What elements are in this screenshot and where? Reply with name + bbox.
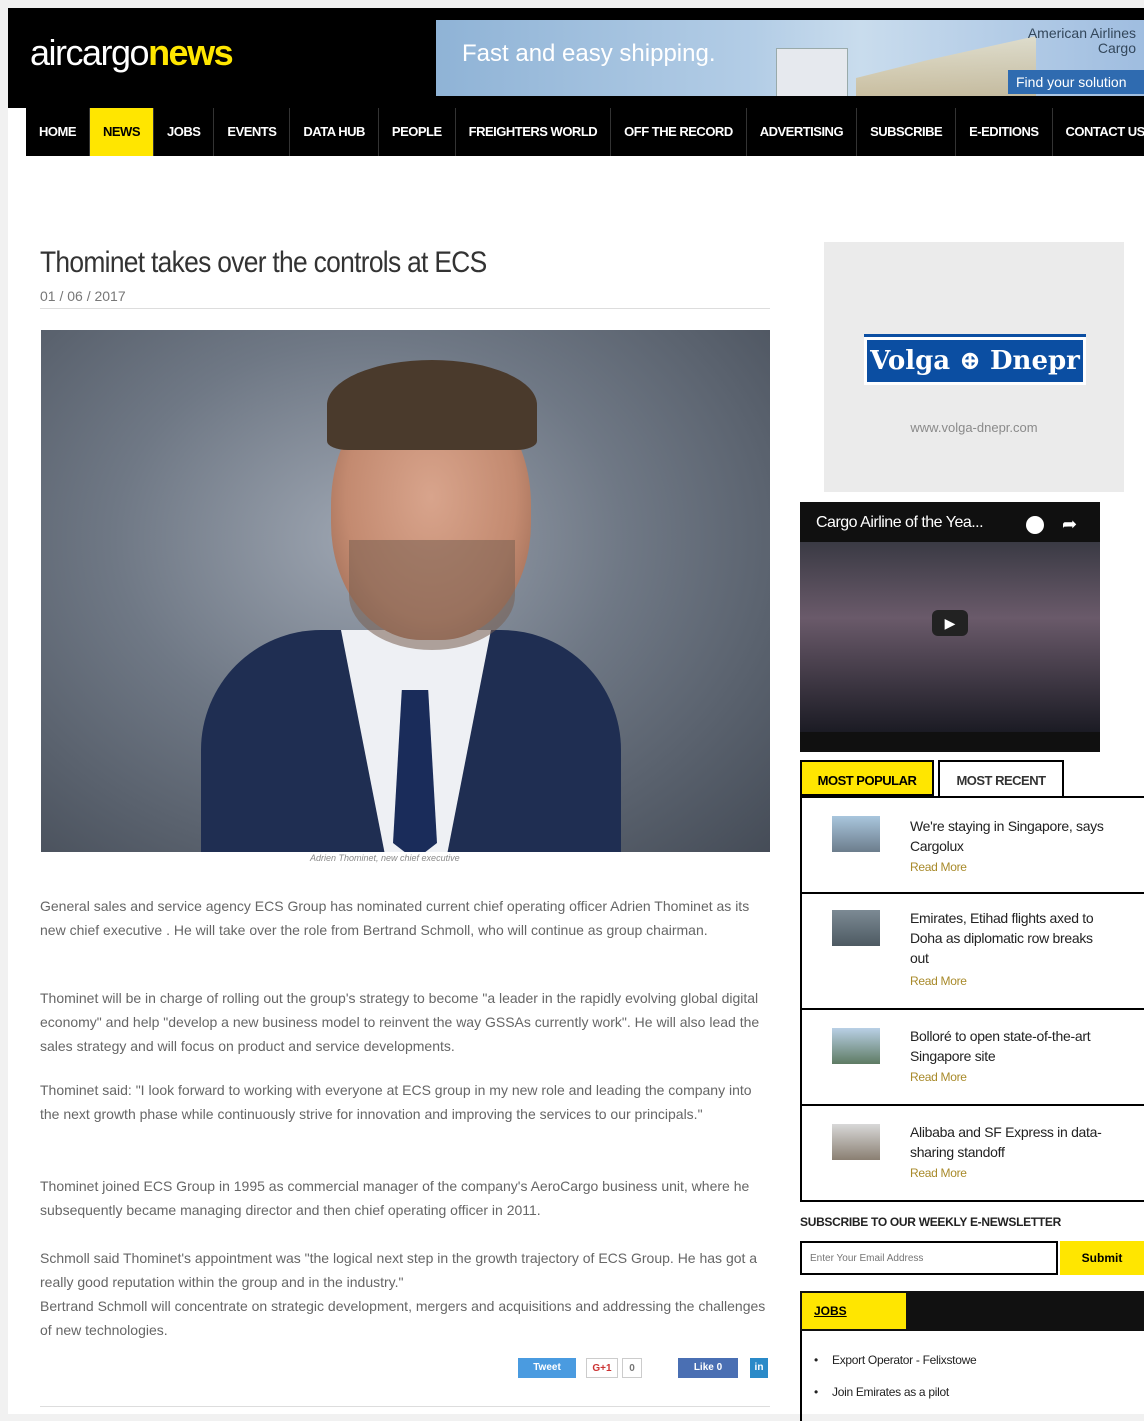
sidebar-ad-volga-dnepr[interactable]: Volga ⊕ Dnepr www.volga-dnepr.com <box>824 242 1124 492</box>
page: aircargonews Fast and easy shipping. Ame… <box>8 8 1144 1421</box>
video-thumbnail <box>800 542 1100 732</box>
volga-dnepr-logo: Volga ⊕ Dnepr <box>864 334 1086 385</box>
nav-subscribe[interactable]: SUBSCRIBE <box>857 108 957 156</box>
site-logo[interactable]: aircargonews <box>30 32 234 74</box>
list-item[interactable]: We're staying in Singapore, says Cargolu… <box>802 798 1144 894</box>
article-paragraph: Schmoll said Thominet's appointment was … <box>40 1250 758 1290</box>
banner-brand-name: American Airlines <box>1027 25 1136 41</box>
article-photo <box>41 330 770 852</box>
list-item-title[interactable]: We're staying in Singapore, says Cargolu… <box>910 816 1110 856</box>
article-paragraph: General sales and service agency ECS Gro… <box>40 898 750 938</box>
jobs-list: Export Operator - Felixstowe Join Emirat… <box>800 1331 1144 1421</box>
article-paragraph: Thominet said: "I look forward to workin… <box>40 1082 752 1122</box>
banner-cta[interactable]: Find your solution <box>1008 70 1144 94</box>
job-link[interactable]: Export Operator - Felixstowe <box>814 1353 977 1367</box>
site-header: aircargonews Fast and easy shipping. Ame… <box>8 8 1144 108</box>
nav-freighters-world[interactable]: FREIGHTERS WORLD <box>456 108 612 156</box>
ad-url: www.volga-dnepr.com <box>910 420 1038 435</box>
photo-caption: Adrien Thominet, new chief executive <box>310 853 460 863</box>
newsletter-label: SUBSCRIBE TO OUR WEEKLY E-NEWSLETTER <box>800 1215 1062 1229</box>
list-item[interactable]: Alibaba and SF Express in data-sharing s… <box>802 1106 1144 1202</box>
article-title: Thominet takes over the controls at ECS <box>40 246 487 279</box>
share-icon[interactable]: ➦ <box>1062 514 1077 535</box>
google-plus-button[interactable]: G+1 <box>586 1358 618 1378</box>
list-item-title[interactable]: Emirates, Etihad flights axed to Doha as… <box>910 908 1110 968</box>
nav-contact-us[interactable]: CONTACT US <box>1053 108 1144 156</box>
photo-hair <box>327 360 537 450</box>
nav-e-editions[interactable]: E-EDITIONS <box>956 108 1053 156</box>
nav-data-hub[interactable]: DATA HUB <box>290 108 379 156</box>
tweet-button[interactable]: Tweet <box>518 1358 576 1378</box>
newsletter-submit-button[interactable]: Submit <box>1060 1241 1144 1275</box>
article-date: 01 / 06 / 2017 <box>40 288 126 304</box>
tab-most-recent[interactable]: MOST RECENT <box>938 760 1064 796</box>
video-player[interactable]: Cargo Airline of the Yea... ➦ ▶ <box>800 502 1100 752</box>
list-item-title[interactable]: Alibaba and SF Express in data-sharing s… <box>910 1122 1110 1162</box>
nav-home[interactable]: HOME <box>26 108 90 156</box>
nav-events[interactable]: EVENTS <box>214 108 291 156</box>
read-more-link[interactable]: Read More <box>910 860 967 874</box>
linkedin-share-button[interactable]: in <box>750 1358 768 1378</box>
jobs-title[interactable]: JOBS <box>802 1293 906 1329</box>
list-item-title[interactable]: Bolloré to open state-of-the-art Singapo… <box>910 1026 1110 1066</box>
logo-text-news: news <box>148 32 234 73</box>
nav-news[interactable]: NEWS <box>90 108 154 156</box>
newsletter-email-input[interactable] <box>800 1241 1058 1275</box>
read-more-link[interactable]: Read More <box>910 1166 967 1180</box>
nav-people[interactable]: PEOPLE <box>379 108 456 156</box>
article-thumbnail <box>832 816 880 852</box>
article-thumbnail <box>832 1124 880 1160</box>
jobs-header: JOBS <box>800 1291 1144 1331</box>
facebook-like-button[interactable]: Like 0 <box>678 1358 738 1378</box>
tab-most-popular[interactable]: MOST POPULAR <box>800 760 934 796</box>
nav-off-the-record[interactable]: OFF THE RECORD <box>611 108 747 156</box>
article-thumbnail <box>832 1028 880 1064</box>
banner-brand: American Airlines Cargo <box>1028 26 1136 56</box>
logo-text-aircargo: aircargo <box>30 32 150 73</box>
banner-truck-image <box>776 48 848 96</box>
main-nav: HOME NEWS JOBS EVENTS DATA HUB PEOPLE FR… <box>26 108 1144 156</box>
banner-brand-sub: Cargo <box>1097 40 1136 56</box>
read-more-link[interactable]: Read More <box>910 974 967 988</box>
banner-tagline: Fast and easy shipping. <box>462 40 716 67</box>
most-popular-list: We're staying in Singapore, says Cargolu… <box>800 796 1144 1202</box>
article-paragraph: Bertrand Schmoll will concentrate on str… <box>40 1298 766 1338</box>
article-paragraph: Thominet joined ECS Group in 1995 as com… <box>40 1178 750 1218</box>
read-more-link[interactable]: Read More <box>910 1070 967 1084</box>
watch-later-icon[interactable] <box>1026 516 1044 534</box>
job-link[interactable]: Join Emirates as a pilot <box>814 1385 949 1399</box>
nav-advertising[interactable]: ADVERTISING <box>747 108 858 156</box>
list-item[interactable]: Bolloré to open state-of-the-art Singapo… <box>802 1010 1144 1106</box>
article-thumbnail <box>832 910 880 946</box>
article-paragraph: Thominet will be in charge of rolling ou… <box>40 990 760 1054</box>
header-banner-ad[interactable]: Fast and easy shipping. American Airline… <box>436 20 1144 96</box>
title-divider <box>40 308 770 309</box>
photo-beard <box>349 540 515 650</box>
video-title[interactable]: Cargo Airline of the Yea... <box>816 514 984 532</box>
nav-jobs[interactable]: JOBS <box>154 108 215 156</box>
article-bottom-divider <box>40 1406 770 1407</box>
google-plus-count: 0 <box>622 1358 642 1378</box>
play-icon[interactable]: ▶ <box>932 610 968 636</box>
list-item[interactable]: Emirates, Etihad flights axed to Doha as… <box>802 894 1144 1010</box>
